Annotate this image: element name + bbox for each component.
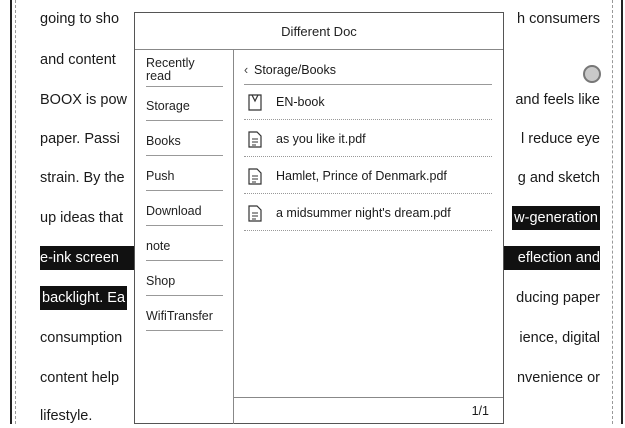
floating-menu-button[interactable] — [583, 65, 601, 83]
sidebar-item-wifitransfer[interactable]: WifiTransfer — [146, 296, 223, 331]
sidebar-item-books[interactable]: Books — [146, 121, 223, 156]
page-edge-left — [10, 0, 12, 424]
sidebar-item-push[interactable]: Push — [146, 156, 223, 191]
file-row-midsummer[interactable]: a midsummer night's dream.pdf — [244, 196, 492, 231]
book-folder-icon — [248, 94, 262, 111]
sidebar-item-recently-read[interactable]: Recently read — [146, 50, 223, 87]
dialog-sidebar: Recently read Storage Books Push Downloa… — [135, 50, 234, 424]
page-indicator: 1/1 — [471, 404, 489, 418]
chevron-left-icon[interactable]: ‹ — [244, 61, 254, 79]
document-icon — [248, 168, 262, 185]
different-doc-dialog: Different Doc Recently read Storage Book… — [134, 12, 504, 424]
page-margin-left — [15, 0, 16, 424]
page-edge-right — [621, 0, 623, 424]
breadcrumb-path: Storage/Books — [254, 63, 336, 77]
document-icon — [248, 131, 262, 148]
file-row-en-book[interactable]: EN-book — [244, 85, 492, 120]
dialog-title: Different Doc — [135, 13, 503, 50]
breadcrumb[interactable]: ‹ Storage/Books — [244, 61, 492, 85]
pagination-bar: 1/1 — [234, 397, 503, 424]
sidebar-item-storage[interactable]: Storage — [146, 87, 223, 121]
sidebar-item-note[interactable]: note — [146, 226, 223, 261]
page-margin-right — [612, 0, 613, 424]
file-row-hamlet[interactable]: Hamlet, Prince of Denmark.pdf — [244, 159, 492, 194]
sidebar-item-download[interactable]: Download — [146, 191, 223, 226]
sidebar-item-shop[interactable]: Shop — [146, 261, 223, 296]
file-row-as-you-like-it[interactable]: as you like it.pdf — [244, 122, 492, 157]
file-browser: ‹ Storage/Books EN-book as you like it.pd… — [234, 50, 503, 424]
document-icon — [248, 205, 262, 222]
